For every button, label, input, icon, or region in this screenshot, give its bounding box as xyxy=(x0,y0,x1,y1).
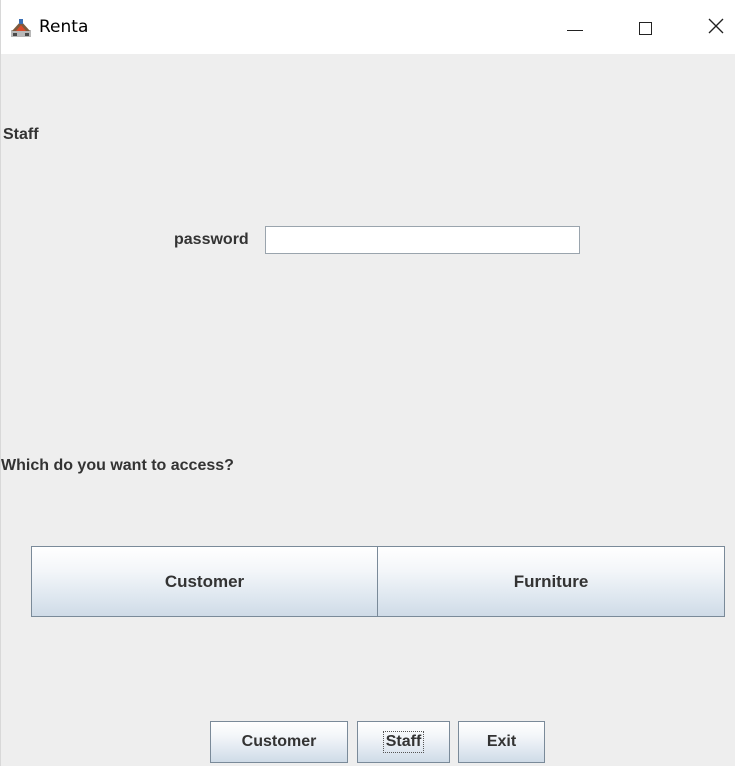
app-window: Renta Staff password Which do you want t… xyxy=(0,0,735,766)
maximize-button[interactable] xyxy=(622,8,668,48)
window-title: Renta xyxy=(39,17,89,37)
java-app-icon xyxy=(10,18,32,38)
exit-label: Exit xyxy=(486,733,517,750)
customer-access-button[interactable]: Customer xyxy=(31,546,378,617)
furniture-access-button[interactable]: Furniture xyxy=(377,546,725,617)
exit-button[interactable]: Exit xyxy=(458,721,545,763)
password-label: password xyxy=(174,231,249,248)
section-heading: Staff xyxy=(3,126,39,143)
customer-nav-label: Customer xyxy=(241,733,317,750)
close-icon xyxy=(708,18,724,39)
minimize-button[interactable] xyxy=(552,8,598,48)
staff-nav-button[interactable]: Staff xyxy=(357,721,450,763)
close-button[interactable] xyxy=(693,8,735,48)
staff-nav-label: Staff xyxy=(382,731,425,753)
maximize-icon xyxy=(638,21,652,35)
title-bar[interactable]: Renta xyxy=(1,0,735,54)
access-question: Which do you want to access? xyxy=(1,457,234,474)
password-field[interactable] xyxy=(265,226,580,254)
customer-nav-button[interactable]: Customer xyxy=(210,721,348,763)
minimize-icon xyxy=(567,29,583,31)
customer-access-label: Customer xyxy=(164,571,245,591)
furniture-access-label: Furniture xyxy=(513,571,589,591)
